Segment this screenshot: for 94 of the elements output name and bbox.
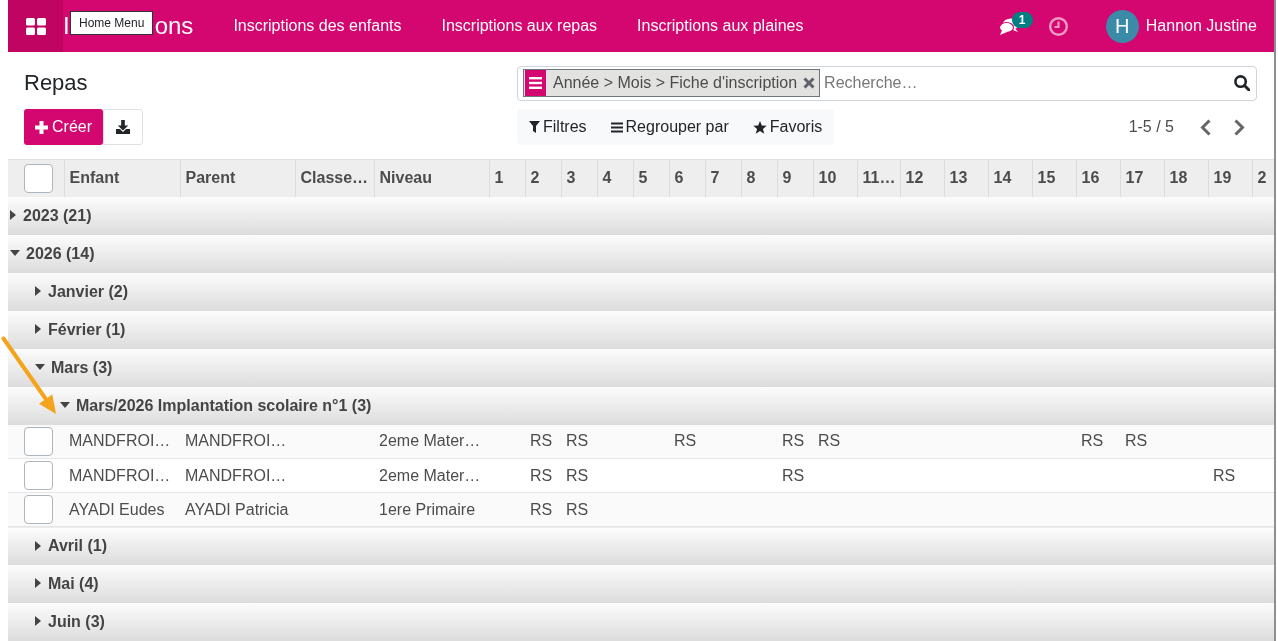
table-cell: RS <box>525 424 561 459</box>
user-name[interactable]: Hannon Justine <box>1145 14 1257 38</box>
column-header[interactable]: 17 <box>1120 159 1164 197</box>
column-header[interactable]: 5 <box>633 159 669 197</box>
search-facet[interactable]: Année > Mois > Fiche d'inscription <box>523 69 821 97</box>
column-header[interactable]: 18 <box>1164 159 1208 197</box>
bars-icon <box>610 121 623 133</box>
search-icon[interactable] <box>1234 75 1250 91</box>
table-cell: 2eme Mater… <box>374 458 489 493</box>
user-avatar[interactable]: H <box>1105 9 1139 43</box>
group-row[interactable]: Juin (3) <box>8 602 1274 641</box>
group-row[interactable]: Mars (3) <box>8 348 1274 387</box>
table-cell: AYADI Patricia <box>180 492 295 527</box>
home-menu-button[interactable] <box>8 0 63 52</box>
column-header[interactable]: 19 <box>1208 159 1252 197</box>
group-row[interactable]: Mars/2026 Implantation scolaire n°1 (3) <box>8 386 1274 425</box>
table-cell: MANDFROI… <box>64 458 180 493</box>
table-cell: RS <box>777 458 813 493</box>
table-cell: RS <box>813 424 857 459</box>
brand-text: I <box>63 14 70 38</box>
table-cell: RS <box>561 492 597 527</box>
plus-icon <box>35 120 48 134</box>
table-row[interactable]: MANDFROI… MANDFROI… 2eme Mater… RS RS RS RS RS RS RS <box>8 424 1274 459</box>
table-cell: RS <box>561 458 597 493</box>
column-header[interactable]: 3 <box>561 159 597 197</box>
table-cell: 2eme Mater… <box>374 424 489 459</box>
tooltip: Home Menu <box>70 11 154 35</box>
column-header[interactable]: 7 <box>705 159 741 197</box>
table-cell: MANDFROI… <box>180 458 295 493</box>
table-cell: MANDFROI… <box>180 424 295 459</box>
column-header[interactable]: 15 <box>1032 159 1076 197</box>
column-header[interactable]: 13 <box>944 159 988 197</box>
row-checkbox[interactable] <box>24 461 53 490</box>
table-cell: 1ere Primaire <box>374 492 489 527</box>
group-row[interactable]: Avril (1) <box>8 526 1274 565</box>
close-icon[interactable] <box>803 77 816 89</box>
clock-icon[interactable] <box>1048 16 1068 36</box>
table-cell: RS <box>561 424 597 459</box>
column-header[interactable]: 1 <box>489 159 525 197</box>
column-header[interactable]: 9 <box>777 159 813 197</box>
column-header[interactable]: 8 <box>741 159 777 197</box>
create-button[interactable]: Créer <box>24 109 103 145</box>
group-row[interactable]: 2026 (14) <box>8 234 1274 273</box>
facet-label: Année > Mois > Fiche d'inscription <box>553 73 798 93</box>
chevron-left-icon[interactable] <box>1200 118 1211 136</box>
select-all-checkbox[interactable] <box>24 163 53 193</box>
column-header[interactable]: 10 <box>813 159 857 197</box>
table-cell: RS <box>525 458 561 493</box>
column-header[interactable]: Niveau <box>374 159 489 197</box>
group-by-icon <box>525 70 546 96</box>
column-header[interactable]: 14 <box>988 159 1032 197</box>
column-header[interactable]: 12 <box>900 159 944 197</box>
table-row[interactable]: AYADI Eudes AYADI Patricia 1ere Primaire RS RS <box>8 492 1274 527</box>
column-header[interactable]: Enfant <box>64 159 180 197</box>
table-cell: RS <box>1120 424 1164 459</box>
brand-text: ons <box>154 14 194 38</box>
apps-grid-icon <box>25 17 46 35</box>
funnel-icon <box>529 121 540 133</box>
menu-link[interactable]: Inscriptions des enfants <box>213 0 422 52</box>
pager-value[interactable]: 1-5 / 5 <box>1128 115 1174 139</box>
favorites-button[interactable]: Favoris <box>740 109 835 145</box>
group-row[interactable]: Mai (4) <box>8 564 1274 603</box>
table-cell: RS <box>669 424 705 459</box>
table-row[interactable]: MANDFROI… MANDFROI… 2eme Mater… RS RS RS RS <box>8 458 1274 493</box>
column-header[interactable]: 16 <box>1076 159 1120 197</box>
group-row[interactable]: Février (1) <box>8 310 1274 349</box>
message-count-badge: 1 <box>1011 11 1033 28</box>
table-cell: RS <box>525 492 561 527</box>
group-by-button[interactable]: Regrouper par <box>598 109 741 145</box>
table-cell: RS <box>1076 424 1120 459</box>
row-checkbox[interactable] <box>24 426 53 456</box>
column-header[interactable]: 2 <box>1252 159 1274 197</box>
download-icon <box>116 120 130 134</box>
table-cell: AYADI Eudes <box>64 492 180 527</box>
column-header[interactable]: 2 <box>525 159 561 197</box>
column-header[interactable]: 6 <box>669 159 705 197</box>
column-header[interactable]: Classe… <box>295 159 374 197</box>
menu-link[interactable]: Inscriptions aux plaines <box>617 0 824 52</box>
menu-link[interactable]: Inscriptions aux repas <box>421 0 618 52</box>
column-header[interactable]: Parent <box>180 159 295 197</box>
chevron-right-icon[interactable] <box>1234 118 1245 136</box>
star-icon <box>752 120 767 134</box>
download-button[interactable] <box>103 109 143 145</box>
page-title: Repas <box>24 70 89 96</box>
table-cell: RS <box>1208 458 1252 493</box>
column-header[interactable]: 4 <box>597 159 633 197</box>
table-cell: RS <box>777 424 813 459</box>
search-field[interactable]: Année > Mois > Fiche d'inscription Recherche… <box>517 65 1257 101</box>
filters-button[interactable]: Filtres <box>517 109 599 145</box>
group-row[interactable]: 2023 (21) <box>8 196 1274 235</box>
row-checkbox[interactable] <box>24 495 53 524</box>
table-cell: MANDFROI… <box>64 424 180 459</box>
group-row[interactable]: Janvier (2) <box>8 272 1274 311</box>
column-header[interactable]: 11… <box>857 159 900 197</box>
